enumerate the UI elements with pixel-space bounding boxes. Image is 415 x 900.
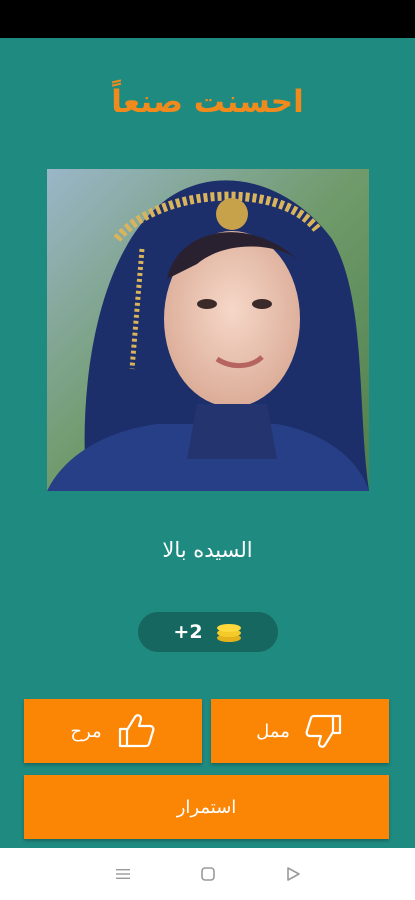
reward-amount: +2: [173, 621, 203, 643]
like-label: مرح: [70, 720, 102, 742]
like-button[interactable]: مرح: [24, 699, 202, 763]
status-bar: [0, 0, 415, 38]
thumbs-up-icon: [118, 714, 155, 748]
result-screen: احسنت صنعاً السيده بالا +2 مرح ممل استمر…: [0, 38, 415, 848]
coins-icon: [216, 624, 241, 642]
dislike-label: ممل: [256, 720, 290, 742]
character-photo: [47, 169, 369, 491]
answer-text: السيده بالا: [162, 538, 253, 562]
system-nav-bar: [0, 848, 415, 900]
dislike-button[interactable]: ممل: [211, 699, 389, 763]
reward-badge: +2: [138, 612, 278, 652]
continue-button[interactable]: استمرار: [24, 775, 389, 839]
menu-icon[interactable]: [113, 864, 133, 884]
back-icon[interactable]: [283, 864, 303, 884]
page-title: احسنت صنعاً: [111, 84, 304, 120]
home-icon[interactable]: [198, 864, 218, 884]
thumbs-down-icon: [305, 714, 341, 748]
